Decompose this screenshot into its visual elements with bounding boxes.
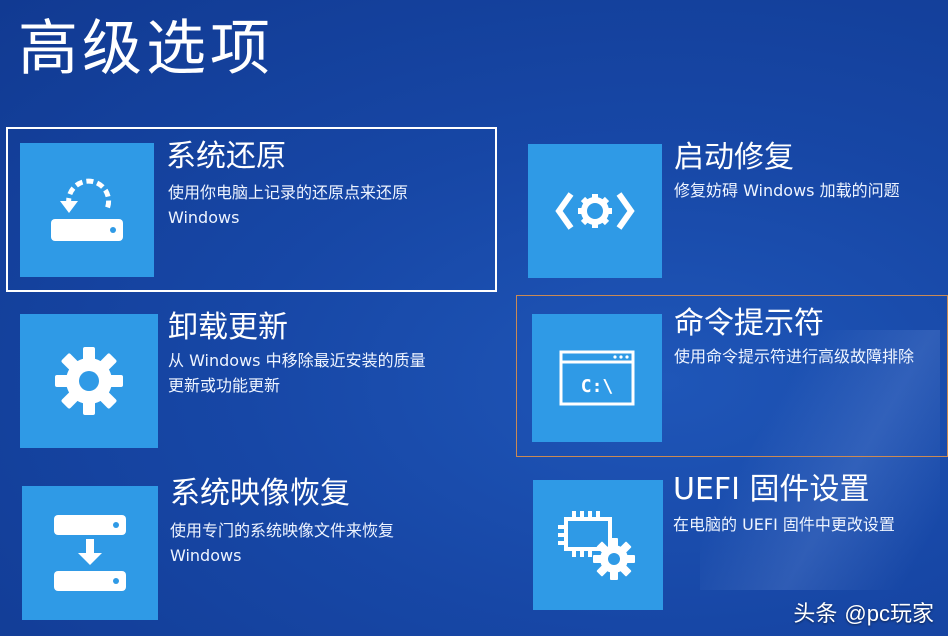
option-description: 修复妨碍 Windows 加载的问题 — [674, 181, 900, 200]
uefi-chip-gear-icon — [533, 480, 663, 610]
option-description: 使用你电脑上记录的还原点来还原 Windows — [168, 183, 409, 227]
watermark: 头条 @pc玩家 — [793, 596, 934, 628]
option-description: 在电脑的 UEFI 固件中更改设置 — [673, 515, 895, 534]
option-title: 卸载更新 — [168, 310, 288, 345]
watermark-handle: @pc玩家 — [844, 601, 934, 626]
watermark-prefix: 头条 — [793, 602, 845, 627]
option-description: 使用专门的系统映像文件来恢复 Windows — [170, 521, 395, 565]
option-uninstall-updates[interactable]: 卸载更新 从 Windows 中移除最近安装的质量 更新或功能更新 — [18, 310, 488, 450]
startup-repair-icon — [528, 144, 662, 278]
option-description: 使用命令提示符进行高级故障排除 — [674, 347, 915, 366]
option-title: 命令提示符 — [674, 306, 824, 341]
option-command-prompt[interactable]: C:\ 命令提示符 使用命令提示符进行高级故障排除 — [516, 295, 948, 457]
image-recovery-icon — [22, 486, 158, 620]
option-system-image-recovery[interactable]: 系统映像恢复 使用专门的系统映像文件来恢复 Windows — [20, 476, 490, 621]
option-title: 系统还原 — [166, 139, 286, 174]
command-prompt-icon: C:\ — [532, 314, 662, 442]
page-title: 高级选项 — [18, 14, 274, 84]
option-system-restore[interactable]: 系统还原 使用你电脑上记录的还原点来还原 Windows — [6, 127, 497, 292]
option-description: 从 Windows 中移除最近安装的质量 更新或功能更新 — [168, 351, 426, 395]
option-startup-repair[interactable]: 启动修复 修复妨碍 Windows 加载的问题 — [528, 140, 938, 280]
gear-icon — [20, 314, 158, 448]
option-title: 启动修复 — [674, 140, 794, 175]
restore-icon — [20, 143, 154, 277]
option-uefi-settings[interactable]: UEFI 固件设置 在电脑的 UEFI 固件中更改设置 — [533, 470, 938, 615]
prompt-text: C:\ — [581, 376, 614, 397]
option-title: UEFI 固件设置 — [673, 472, 870, 507]
option-title: 系统映像恢复 — [170, 476, 350, 511]
